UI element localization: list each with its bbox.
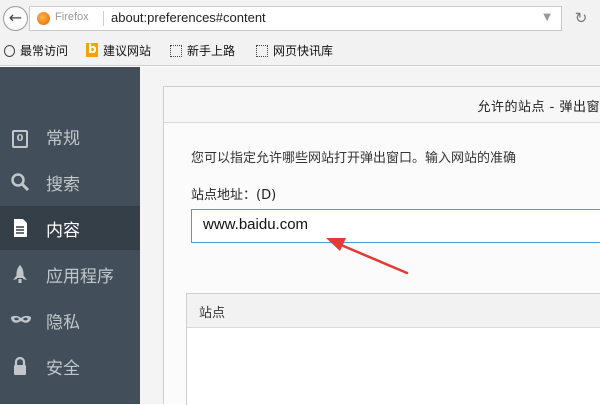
general-icon: 0: [10, 126, 30, 148]
sites-column-header: 站点: [199, 306, 226, 321]
bookmark-getting-started[interactable]: 新手上路: [170, 43, 235, 59]
gear-icon: [4, 45, 15, 57]
bookmark-label: 最常访问: [20, 44, 69, 58]
page-icon: [170, 45, 182, 57]
sidebar-item-security[interactable]: 安全: [0, 344, 140, 388]
firefox-icon: [37, 12, 50, 25]
bookmark-suggested-sites[interactable]: 建议网站: [86, 41, 152, 59]
content-icon: [10, 218, 30, 238]
url-text[interactable]: about:preferences#content: [111, 10, 266, 25]
sidebar-item-general[interactable]: 0 常规: [0, 114, 140, 158]
bookmark-label: 新手上路: [187, 44, 236, 58]
sidebar-item-applications[interactable]: 应用程序: [0, 252, 140, 296]
dialog-title-bar[interactable]: 允许的站点 - 弹出窗: [164, 87, 600, 123]
back-arrow-icon: ←: [8, 8, 23, 27]
lock-icon: [10, 356, 30, 376]
sidebar-item-label: 安全: [46, 359, 80, 379]
sidebar-item-label: 搜索: [46, 175, 80, 195]
bookmarks-toolbar: 最常访问 建议网站 新手上路 网页快讯库: [0, 36, 600, 66]
firefox-label: Firefox: [55, 11, 89, 23]
dialog-description: 您可以指定允许哪些网站打开弹出窗口。输入网站的准确: [191, 151, 517, 166]
sidebar-item-label: 隐私: [46, 313, 80, 333]
sites-list-header[interactable]: 站点: [187, 294, 600, 328]
sidebar-item-label: 常规: [46, 129, 80, 149]
site-address-value[interactable]: www.baidu.com: [203, 216, 308, 233]
allowed-sites-dialog: 允许的站点 - 弹出窗 您可以指定允许哪些网站打开弹出窗口。输入网站的准确 站点…: [163, 86, 600, 405]
rocket-icon: [10, 264, 30, 284]
sidebar-item-label: 应用程序: [46, 267, 114, 287]
bookmark-most-visited[interactable]: 最常访问: [4, 43, 68, 59]
dialog-title: 允许的站点 - 弹出窗: [477, 100, 600, 115]
sidebar-item-privacy[interactable]: 隐私: [0, 298, 140, 342]
site-address-input[interactable]: www.baidu.com: [191, 209, 600, 243]
sidebar-item-search[interactable]: 搜索: [0, 160, 140, 204]
url-bar[interactable]: Firefox about:preferences#content ▼: [29, 6, 562, 31]
browser-toolbar: ← Firefox about:preferences#content ▼ ↻: [0, 0, 600, 36]
sites-list[interactable]: 站点: [186, 293, 600, 405]
sidebar-item-label: 内容: [46, 221, 80, 241]
bookmark-label: 网页快讯库: [273, 44, 334, 58]
url-separator: [103, 11, 104, 26]
bookmark-label: 建议网站: [103, 44, 152, 58]
page-icon: [256, 45, 268, 57]
sidebar-item-content[interactable]: 内容: [0, 206, 140, 250]
reload-icon: ↻: [574, 9, 588, 27]
back-button[interactable]: ←: [3, 6, 28, 31]
bing-icon: [86, 41, 98, 57]
preferences-sidebar: 0 常规 搜索 内容 应用程序 隐私 安全: [0, 67, 140, 404]
site-address-label: 站点地址：(D): [191, 188, 277, 203]
mask-icon: [10, 310, 31, 330]
reload-button[interactable]: ↻: [566, 6, 596, 31]
bookmark-web-slice-gallery[interactable]: 网页快讯库: [256, 43, 333, 59]
search-icon: [10, 172, 30, 192]
dropdown-arrow-icon[interactable]: ▼: [543, 12, 551, 23]
